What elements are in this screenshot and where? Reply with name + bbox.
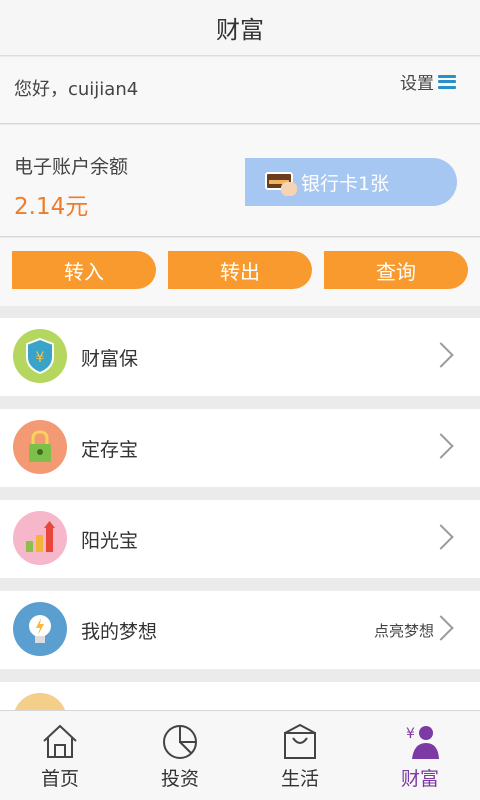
bankcard-button[interactable]: 银行卡1张 [245,158,457,206]
lightbulb-icon [13,602,67,656]
chevron-right-icon [428,524,454,550]
bank-card-icon [263,166,299,198]
user-yuan-icon: ¥ [400,721,440,761]
list-item-dream[interactable]: 我的梦想 点亮梦想 [0,591,480,669]
page-title: 财富 [216,16,264,44]
tab-wealth[interactable]: ¥ 财富 [360,711,480,800]
tab-label: 投资 [160,768,199,790]
menu-icon [438,74,456,89]
list-item-label: 财富保 [81,348,139,370]
tab-life[interactable]: 生活 [240,711,360,800]
chevron-right-icon [428,342,454,368]
svg-text:¥: ¥ [406,726,415,742]
list-item-label: 定存宝 [81,439,139,461]
shield-yuan-icon: ¥ [13,329,67,383]
svg-text:¥: ¥ [36,350,45,366]
light-dream-link[interactable]: 点亮梦想 [374,620,434,641]
transfer-out-button[interactable]: 转出 [168,251,312,289]
tab-home[interactable]: 首页 [0,711,120,800]
settings-label: 设置 [400,74,434,94]
greeting-bar: 您好，cuijian4 设置 [0,57,480,124]
bottom-tab-bar: 首页 投资 生活 ¥ 财富 [0,710,480,800]
bankcard-label: 银行卡1张 [301,172,390,195]
query-button[interactable]: 查询 [324,251,468,289]
balance-panel: 电子账户余额 2.14元 银行卡1张 [0,125,480,237]
list-item-yangguangbao[interactable]: 阳光宝 [0,500,480,578]
tab-invest[interactable]: 投资 [120,711,240,800]
chevron-right-icon [428,433,454,459]
tab-label: 财富 [400,768,439,790]
lock-icon [13,420,67,474]
transfer-in-button[interactable]: 转入 [12,251,156,289]
list-item-label: 我的梦想 [81,621,158,643]
tab-label: 生活 [280,768,319,790]
balance-label: 电子账户余额 [14,156,129,178]
home-icon [40,721,80,761]
title-bar: 财富 [0,0,480,56]
action-bar: 转入 转出 查询 [0,238,480,306]
settings-button[interactable]: 设置 [400,69,456,94]
list-item-dingcunbao[interactable]: 定存宝 [0,409,480,487]
rising-bars-icon [13,511,67,565]
tab-label: 首页 [40,768,79,790]
greeting-text: 您好，cuijian4 [14,79,139,100]
list-item-label: 阳光宝 [81,530,139,552]
balance-amount: 2.14元 [14,194,89,220]
pie-chart-icon [160,721,200,761]
list-item-caifubao[interactable]: ¥ 财富保 [0,318,480,396]
shopping-bag-icon [280,721,320,761]
